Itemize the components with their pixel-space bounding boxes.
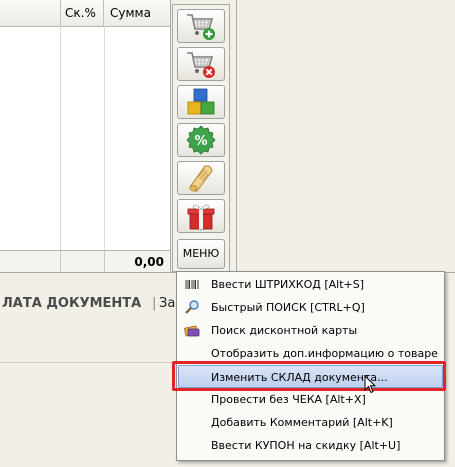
column-header-name[interactable] <box>0 0 61 26</box>
gift-button[interactable] <box>177 199 225 233</box>
blocks-button[interactable] <box>177 85 225 119</box>
action-toolbar: % МЕНЮ <box>172 4 230 272</box>
divider <box>0 362 178 363</box>
menu-item-discount-card-search[interactable]: Поиск дисконтной карты <box>178 319 443 342</box>
footer-cell <box>61 251 105 272</box>
total-sum: 0,00 <box>134 255 164 269</box>
scroll-icon <box>189 165 213 192</box>
menu-item-label: Быстрый ПОИСК [CTRL+Q] <box>211 301 365 314</box>
svg-text:%: % <box>194 134 207 149</box>
gift-icon <box>187 204 215 230</box>
discount-percent-icon: % <box>186 125 216 155</box>
column-divider <box>60 26 61 250</box>
discount-card-icon <box>184 325 200 337</box>
menu-item-enter-barcode[interactable]: Ввести ШТРИХКОД [Alt+S] <box>178 273 443 296</box>
add-to-cart-button[interactable] <box>177 9 225 43</box>
items-table[interactable]: Ск.% Сумма 0,00 <box>0 0 171 273</box>
footer-cell <box>0 251 61 272</box>
document-payment-label[interactable]: ЛАТА ДОКУМЕНТА <box>2 296 141 311</box>
cart-add-icon <box>187 14 215 40</box>
discount-button[interactable]: % <box>177 123 225 157</box>
menu-item-label: Ввести ШТРИХКОД [Alt+S] <box>211 278 365 291</box>
table-footer: 0,00 <box>0 250 170 272</box>
column-header-discount[interactable]: Ск.% <box>61 0 104 26</box>
menu-item-enter-coupon[interactable]: Ввести КУПОН на скидку [Alt+U] <box>178 434 443 457</box>
document-partial-label[interactable]: За <box>159 296 175 311</box>
column-divider <box>104 26 105 250</box>
menu-button[interactable]: МЕНЮ <box>177 239 225 269</box>
cart-remove-icon <box>187 52 215 78</box>
receipt-button[interactable] <box>177 161 225 195</box>
menu-item-quick-search[interactable]: Быстрый ПОИСК [CTRL+Q] <box>178 296 443 319</box>
highlight-frame <box>172 361 446 391</box>
separator: | <box>152 296 157 311</box>
menu-item-post-without-receipt[interactable]: Провести без ЧЕКА [Alt+X] <box>178 388 443 411</box>
magnifier-icon <box>185 300 199 314</box>
menu-item-label: Добавить Комментарий [Alt+K] <box>211 416 393 429</box>
table-header: Ск.% Сумма <box>0 0 170 27</box>
column-header-sum[interactable]: Сумма <box>105 0 170 26</box>
barcode-icon <box>185 280 199 289</box>
menu-item-label: Ввести КУПОН на скидку [Alt+U] <box>211 439 401 452</box>
blocks-icon <box>187 88 215 115</box>
divider <box>236 0 237 272</box>
menu-item-label: Поиск дисконтной карты <box>211 324 358 337</box>
remove-from-cart-button[interactable] <box>177 47 225 81</box>
menu-item-label: Провести без ЧЕКА [Alt+X] <box>211 393 366 406</box>
menu-item-add-comment[interactable]: Добавить Комментарий [Alt+K] <box>178 411 443 434</box>
mouse-cursor-icon <box>364 375 376 394</box>
